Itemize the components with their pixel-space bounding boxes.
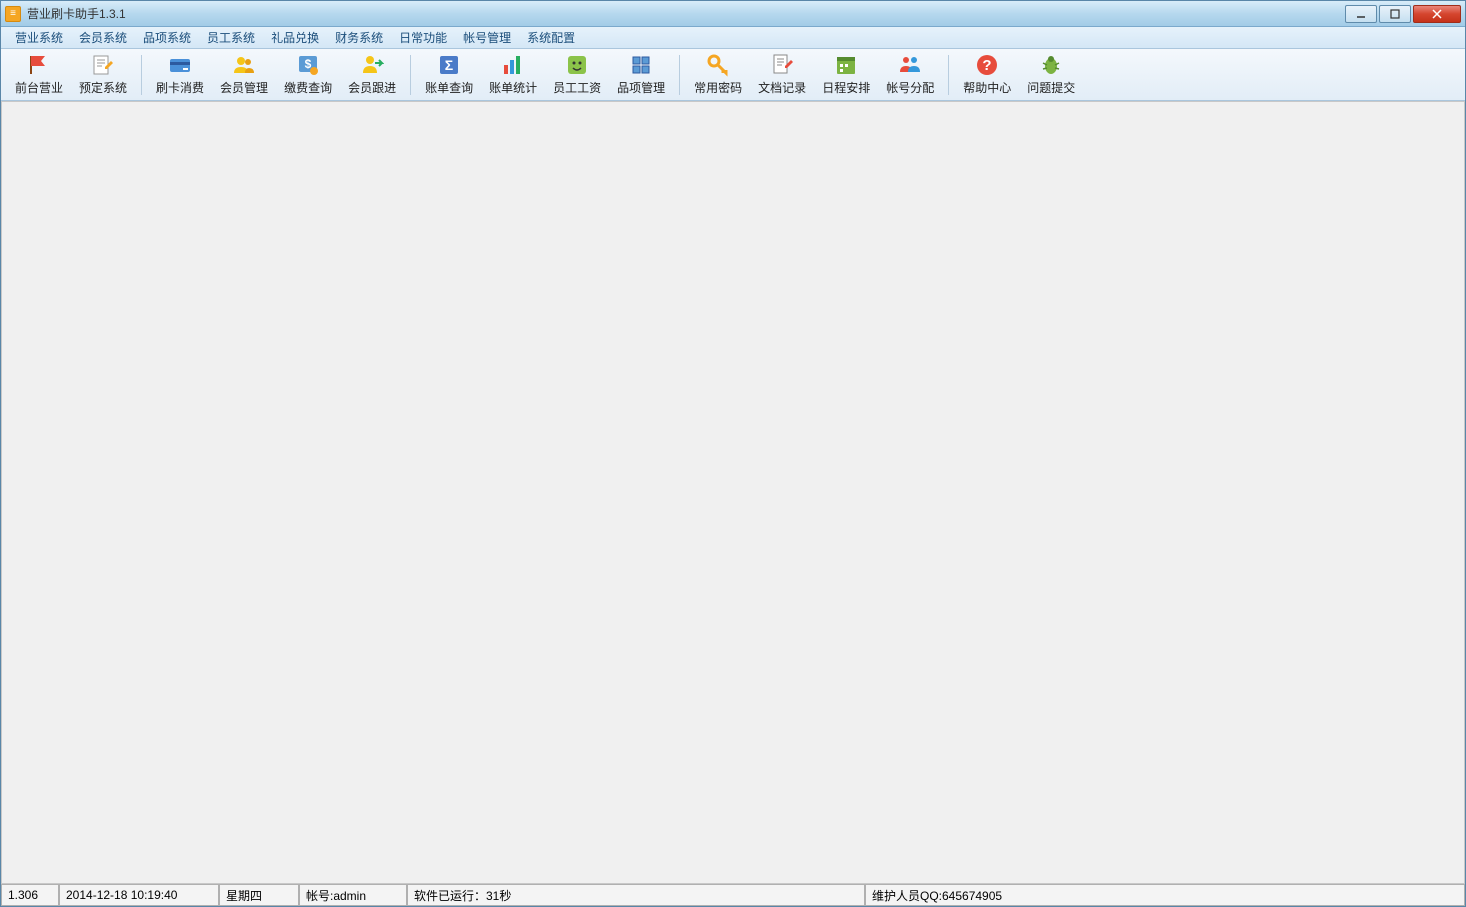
menu-staff[interactable]: 员工系统 [199,27,263,48]
tool-front-desk-button[interactable]: 前台营业 [7,51,71,98]
status-account: 帐号:admin [299,884,407,906]
status-support: 维护人员QQ:645674905 [865,884,1465,906]
maximize-button[interactable] [1379,5,1411,23]
tool-account-assign-button[interactable]: 帐号分配 [878,51,942,98]
close-icon [1432,9,1442,19]
bug-green-icon [1039,53,1063,77]
menu-business[interactable]: 营业系统 [7,27,71,48]
status-weekday: 星期四 [219,884,299,906]
tool-label: 问题提交 [1027,79,1075,96]
statusbar: 1.306 2014-12-18 10:19:40 星期四 帐号:admin 软… [1,884,1465,906]
card-blue-icon [168,53,192,77]
toolbar-group: Σ 账单查询账单统计员工工资品项管理 [417,51,673,98]
toolbar-separator [948,55,949,95]
tool-label: 会员跟进 [348,79,396,96]
toolbar-separator [141,55,142,95]
tool-label: 预定系统 [79,79,127,96]
minimize-icon [1356,9,1366,19]
toolbar-group: 前台营业预定系统 [7,51,135,98]
smiley-green-icon [565,53,589,77]
tool-label: 品项管理 [617,79,665,96]
sigma-blue-icon: Σ [437,53,461,77]
help-red-icon: ? [975,53,999,77]
tool-label: 缴费查询 [284,79,332,96]
minimize-button[interactable] [1345,5,1377,23]
status-running: 软件已运行：31秒 [407,884,865,906]
tool-label: 常用密码 [694,79,742,96]
menu-member[interactable]: 会员系统 [71,27,135,48]
tool-bill-stats-button[interactable]: 账单统计 [481,51,545,98]
tool-issue-submit-button[interactable]: 问题提交 [1019,51,1083,98]
users-yellow-icon [232,53,256,77]
tool-label: 账单统计 [489,79,537,96]
window-controls [1343,5,1461,23]
tool-member-mgmt-button[interactable]: 会员管理 [212,51,276,98]
user-arrow-icon [360,53,384,77]
tool-help-center-button[interactable]: ? 帮助中心 [955,51,1019,98]
tool-common-pwd-button[interactable]: 常用密码 [686,51,750,98]
tool-schedule-button[interactable]: 日程安排 [814,51,878,98]
tool-label: 刷卡消费 [156,79,204,96]
toolbar-group: ? 帮助中心问题提交 [955,51,1083,98]
svg-text:?: ? [983,57,992,74]
calendar-green-icon [834,53,858,77]
tool-member-follow-button[interactable]: 会员跟进 [340,51,404,98]
main-window: ≡ 营业刷卡助手1.3.1 营业系统 会员系统 品项系统 员工系统 礼品兑换 财… [0,0,1466,907]
menu-finance[interactable]: 财务系统 [327,27,391,48]
tool-item-mgmt-button[interactable]: 品项管理 [609,51,673,98]
app-icon: ≡ [5,6,21,22]
tool-bill-query-button[interactable]: Σ 账单查询 [417,51,481,98]
doc-pencil-icon [770,53,794,77]
tool-label: 日程安排 [822,79,870,96]
note-edit-icon [91,53,115,77]
menu-daily[interactable]: 日常功能 [391,27,455,48]
tool-fee-query-button[interactable]: $ 缴费查询 [276,51,340,98]
tool-label: 会员管理 [220,79,268,96]
tool-label: 帮助中心 [963,79,1011,96]
boxes-blue-icon [629,53,653,77]
tool-doc-record-button[interactable]: 文档记录 [750,51,814,98]
tool-card-consume-button[interactable]: 刷卡消费 [148,51,212,98]
status-version: 1.306 [1,884,59,906]
users-color-icon [898,53,922,77]
window-title: 营业刷卡助手1.3.1 [27,5,1343,22]
status-datetime: 2014-12-18 10:19:40 [59,884,219,906]
tool-label: 文档记录 [758,79,806,96]
titlebar: ≡ 营业刷卡助手1.3.1 [1,1,1465,27]
toolbar-separator [679,55,680,95]
tool-label: 帐号分配 [886,79,934,96]
tool-label: 员工工资 [553,79,601,96]
menu-config[interactable]: 系统配置 [519,27,583,48]
menu-product[interactable]: 品项系统 [135,27,199,48]
toolbar-group: 常用密码文档记录日程安排帐号分配 [686,51,942,98]
tool-label: 账单查询 [425,79,473,96]
toolbar-separator [410,55,411,95]
svg-text:Σ: Σ [445,57,453,73]
menu-account[interactable]: 帐号管理 [455,27,519,48]
flag-red-icon [27,53,51,77]
content-area [1,101,1465,884]
tool-staff-salary-button[interactable]: 员工工资 [545,51,609,98]
maximize-icon [1390,9,1400,19]
tool-label: 前台营业 [15,79,63,96]
toolbar: 前台营业预定系统刷卡消费会员管理$缴费查询会员跟进Σ账单查询账单统计员工工资品项… [1,49,1465,101]
toolbar-group: 刷卡消费会员管理 $ 缴费查询会员跟进 [148,51,404,98]
key-yellow-icon [706,53,730,77]
close-button[interactable] [1413,5,1461,23]
menubar: 营业系统 会员系统 品项系统 员工系统 礼品兑换 财务系统 日常功能 帐号管理 … [1,27,1465,49]
money-blue-icon: $ [296,53,320,77]
tool-booking-button[interactable]: 预定系统 [71,51,135,98]
chart-bars-icon [501,53,525,77]
menu-gift[interactable]: 礼品兑换 [263,27,327,48]
